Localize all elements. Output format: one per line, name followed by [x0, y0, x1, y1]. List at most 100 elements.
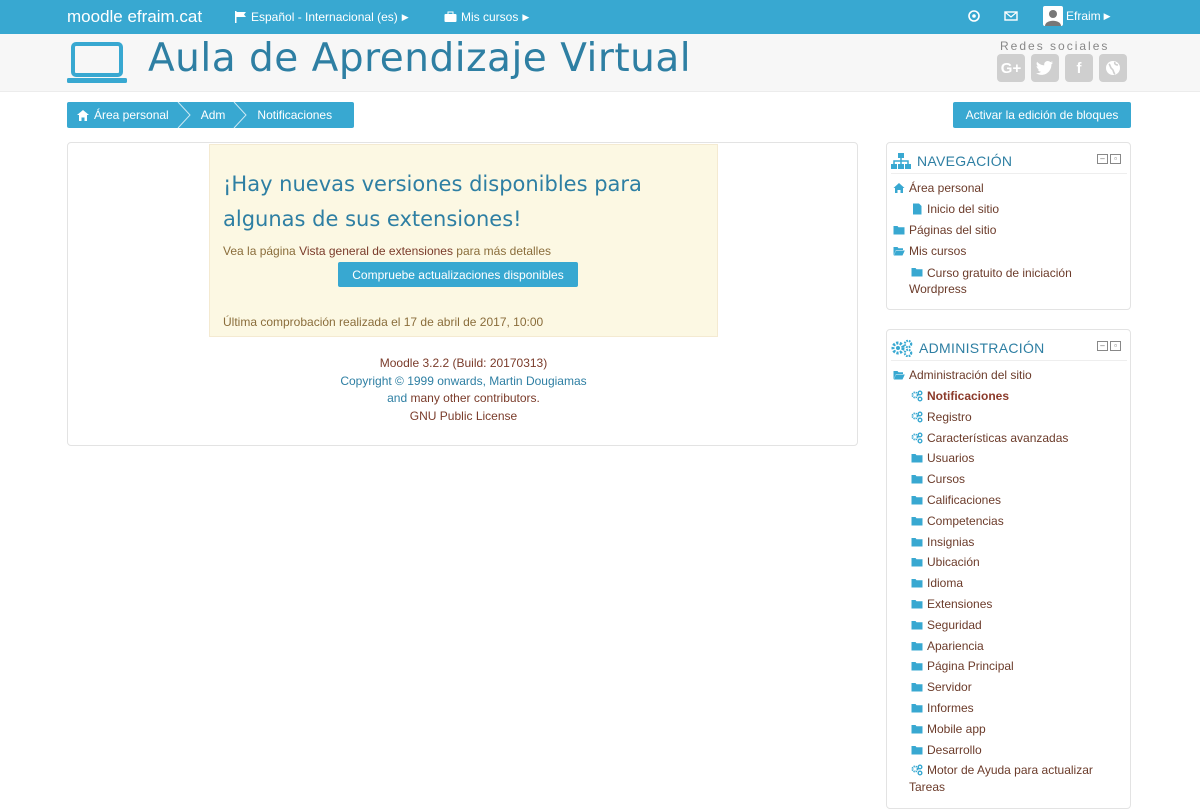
- user-menu[interactable]: Efraim ▶: [1043, 6, 1111, 26]
- admin-item-cont[interactable]: Tareas: [909, 780, 945, 794]
- folder-icon: [911, 496, 923, 505]
- admin-item[interactable]: Ubicación: [911, 555, 980, 569]
- my-courses-menu[interactable]: Mis cursos ▶: [444, 10, 529, 24]
- website-link[interactable]: [1099, 54, 1127, 82]
- nav-item-site-pages[interactable]: Páginas del sitio: [893, 223, 996, 237]
- admin-item[interactable]: Informes: [911, 701, 974, 715]
- navigation-title: NAVEGACIÓN: [917, 152, 1013, 169]
- and-link[interactable]: and: [387, 391, 407, 405]
- administration-block-header: ADMINISTRACIÓN – ▫: [891, 335, 1127, 361]
- folder-icon: [911, 704, 923, 713]
- language-label: Español - Internacional (es): [251, 10, 398, 24]
- caret-right-icon: ▶: [401, 11, 409, 22]
- admin-item[interactable]: Calificaciones: [911, 493, 1001, 507]
- social-links: G+ f: [997, 54, 1127, 82]
- site-brand-link[interactable]: moodle efraim.cat: [67, 7, 202, 27]
- admin-item[interactable]: Registro: [911, 410, 972, 424]
- nav-item-wordpress-course-cont[interactable]: Wordpress: [909, 282, 967, 296]
- admin-item[interactable]: Usuarios: [911, 451, 974, 465]
- caret-right-icon: ▶: [1103, 10, 1111, 21]
- navigation-block-header: NAVEGACIÓN – ▫: [891, 148, 1127, 174]
- admin-item[interactable]: Apariencia: [911, 639, 984, 653]
- avatar: [1043, 6, 1063, 26]
- admin-item[interactable]: Idioma: [911, 576, 963, 590]
- copyright-link[interactable]: Copyright © 1999 onwards, Martin Dougiam…: [340, 374, 586, 388]
- navigation-block: NAVEGACIÓN – ▫ Área personal Inicio del …: [886, 142, 1131, 310]
- gears-icon: [911, 390, 923, 402]
- user-name: Efraim: [1066, 9, 1101, 23]
- gears-icon: [911, 764, 923, 776]
- folder-icon: [911, 558, 923, 567]
- folder-open-icon: [893, 247, 905, 256]
- moodle-info: Moodle 3.2.2 (Build: 20170313) Copyright…: [68, 355, 859, 425]
- top-navbar: moodle efraim.cat Español - Internaciona…: [0, 0, 1200, 34]
- administration-block: ADMINISTRACIÓN – ▫ Administración del si…: [886, 329, 1131, 809]
- google-plus-link[interactable]: G+: [997, 54, 1025, 82]
- admin-item[interactable]: Seguridad: [911, 618, 982, 632]
- plugins-overview-link[interactable]: Vista general de extensiones: [299, 244, 453, 258]
- moodle-version: Moodle 3.2.2 (Build: 20170313): [379, 356, 548, 370]
- folder-icon: [893, 226, 905, 235]
- breadcrumb-item-adm[interactable]: Adm: [191, 102, 234, 128]
- admin-item[interactable]: Características avanzadas: [911, 431, 1068, 445]
- admin-item[interactable]: Página Principal: [911, 659, 1014, 673]
- admin-item[interactable]: Cursos: [911, 472, 965, 486]
- dock-icon[interactable]: ▫: [1110, 154, 1121, 164]
- chevron-separator-icon: [234, 102, 248, 128]
- admin-item-site-administration[interactable]: Administración del sitio: [893, 368, 1032, 382]
- notifications-icon[interactable]: [967, 9, 981, 23]
- dock-icon[interactable]: ▫: [1110, 341, 1121, 351]
- block-controls: – ▫: [1097, 341, 1121, 351]
- folder-icon: [911, 600, 923, 609]
- globe-icon: [1106, 61, 1120, 75]
- folder-icon: [911, 516, 923, 526]
- folder-icon: [911, 745, 923, 755]
- admin-item[interactable]: Extensiones: [911, 597, 992, 611]
- collapse-icon[interactable]: –: [1097, 341, 1108, 351]
- breadcrumb-item-dashboard[interactable]: Área personal: [67, 102, 177, 128]
- laptop-icon: [67, 42, 127, 83]
- twitter-link[interactable]: [1031, 54, 1059, 82]
- admin-item[interactable]: Insignias: [911, 535, 974, 549]
- admin-item[interactable]: Notificaciones: [911, 389, 1009, 403]
- edit-blocks-button[interactable]: Activar la edición de bloques: [953, 102, 1131, 128]
- nav-item-wordpress-course[interactable]: Curso gratuito de iniciación: [911, 265, 1072, 282]
- folder-icon: [911, 579, 923, 588]
- administration-title: ADMINISTRACIÓN: [919, 339, 1045, 356]
- admin-item[interactable]: Mobile app: [911, 722, 986, 736]
- admin-item[interactable]: Desarrollo: [911, 743, 982, 757]
- contributors-text: many other contributors.: [410, 391, 540, 405]
- check-updates-button[interactable]: Compruebe actualizaciones disponibles: [338, 262, 578, 287]
- admin-item[interactable]: Competencias: [911, 514, 1004, 528]
- admin-item[interactable]: Motor de Ayuda para actualizar: [911, 763, 1093, 777]
- collapse-icon[interactable]: –: [1097, 154, 1108, 164]
- folder-icon: [911, 268, 923, 277]
- gears-icon: [911, 432, 923, 444]
- site-header: Aula de Aprendizaje Virtual Redes social…: [0, 34, 1200, 92]
- folder-icon: [911, 683, 923, 692]
- user-silhouette-icon: [1045, 10, 1061, 26]
- cogs-icon: [891, 339, 913, 357]
- chevron-separator-icon: [177, 102, 191, 128]
- breadcrumb-item-notifications[interactable]: Notificaciones: [247, 102, 340, 128]
- license-link[interactable]: GNU Public License: [410, 409, 517, 423]
- page-icon: [913, 203, 922, 215]
- admin-item[interactable]: Servidor: [911, 680, 972, 694]
- folder-icon: [911, 454, 923, 463]
- language-menu[interactable]: Español - Internacional (es) ▶: [234, 10, 409, 24]
- main-content: ¡Hay nuevas versiones disponibles para a…: [67, 142, 858, 446]
- folder-icon: [911, 475, 923, 484]
- breadcrumb: Área personal Adm Notificaciones: [67, 102, 355, 128]
- folder-icon: [911, 537, 923, 547]
- nav-item-my-courses[interactable]: Mis cursos: [893, 244, 966, 258]
- messages-icon[interactable]: [1004, 9, 1018, 23]
- folder-icon: [911, 641, 923, 651]
- facebook-link[interactable]: f: [1065, 54, 1093, 82]
- folder-icon: [911, 724, 923, 734]
- nav-item-site-home[interactable]: Inicio del sitio: [911, 202, 999, 216]
- updates-alert: ¡Hay nuevas versiones disponibles para a…: [209, 144, 718, 337]
- my-courses-label: Mis cursos: [461, 10, 519, 24]
- nav-item-dashboard[interactable]: Área personal: [893, 181, 984, 195]
- flag-icon: [235, 11, 246, 23]
- site-title: Aula de Aprendizaje Virtual: [148, 36, 692, 81]
